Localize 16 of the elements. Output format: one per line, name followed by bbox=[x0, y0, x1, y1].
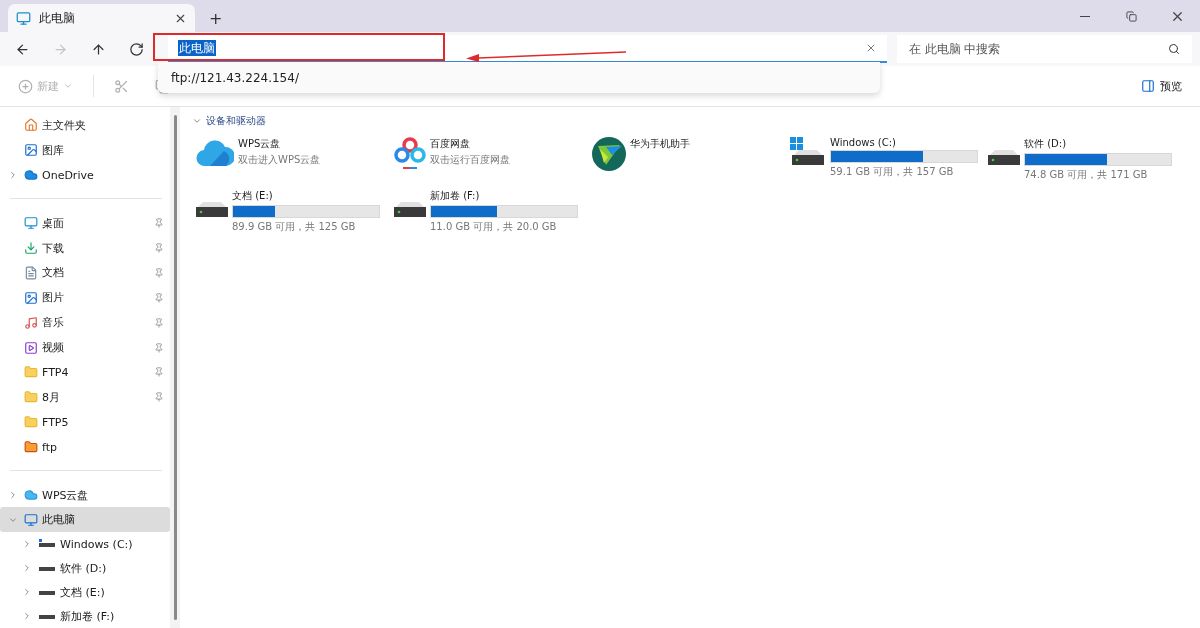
item-name: 文档 (E:) bbox=[232, 189, 274, 203]
free-space: 74.8 GB 可用，共 171 GB bbox=[1024, 168, 1149, 182]
free-space: 11.0 GB 可用，共 20.0 GB bbox=[430, 220, 558, 234]
item-name: 新加卷 (F:) bbox=[430, 189, 481, 203]
item-subtitle: 双击运行百度网盘 bbox=[430, 153, 510, 167]
item-subtitle: 双击进入WPS云盘 bbox=[238, 153, 321, 167]
free-space: 59.1 GB 可用，共 157 GB bbox=[830, 165, 955, 179]
item-name: Windows (C:) bbox=[830, 137, 897, 148]
item-name: 华为手机助手 bbox=[630, 137, 690, 151]
item-name: WPS云盘 bbox=[238, 137, 282, 151]
address-text: 此电脑 bbox=[178, 39, 217, 56]
item-name: 软件 (D:) bbox=[1024, 137, 1068, 151]
item-name: 百度网盘 bbox=[430, 137, 471, 151]
section-title: 设备和驱动器 bbox=[206, 114, 266, 128]
tab-title: 此电脑 bbox=[39, 9, 76, 27]
free-space: 89.9 GB 可用，共 125 GB bbox=[232, 220, 357, 234]
